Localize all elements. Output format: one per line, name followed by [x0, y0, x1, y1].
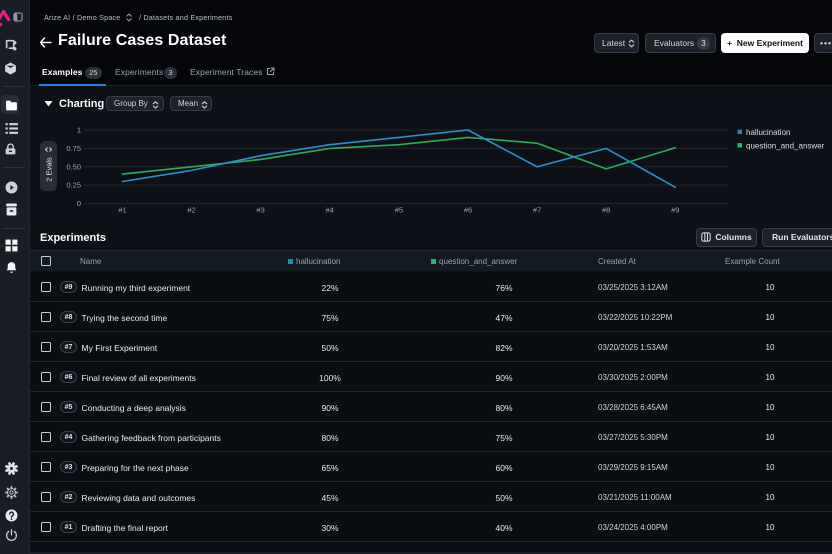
svg-text:0.50: 0.50: [66, 162, 81, 171]
svg-text:#9: #9: [671, 206, 679, 215]
svg-text:0: 0: [77, 199, 81, 208]
svg-text:hallucination: hallucination: [746, 128, 790, 137]
svg-text:#8: #8: [602, 206, 610, 215]
svg-text:#2: #2: [187, 206, 195, 215]
svg-text:#3: #3: [257, 206, 265, 215]
svg-text:#6: #6: [464, 206, 472, 215]
svg-text:0.25: 0.25: [66, 181, 81, 190]
svg-text:0.75: 0.75: [66, 144, 81, 153]
svg-text:#7: #7: [533, 206, 541, 215]
svg-text:#5: #5: [395, 206, 403, 215]
svg-text:question_and_answer: question_and_answer: [746, 142, 825, 151]
svg-text:1: 1: [77, 126, 81, 135]
svg-text:#1: #1: [118, 206, 126, 215]
svg-text:#4: #4: [326, 206, 334, 215]
